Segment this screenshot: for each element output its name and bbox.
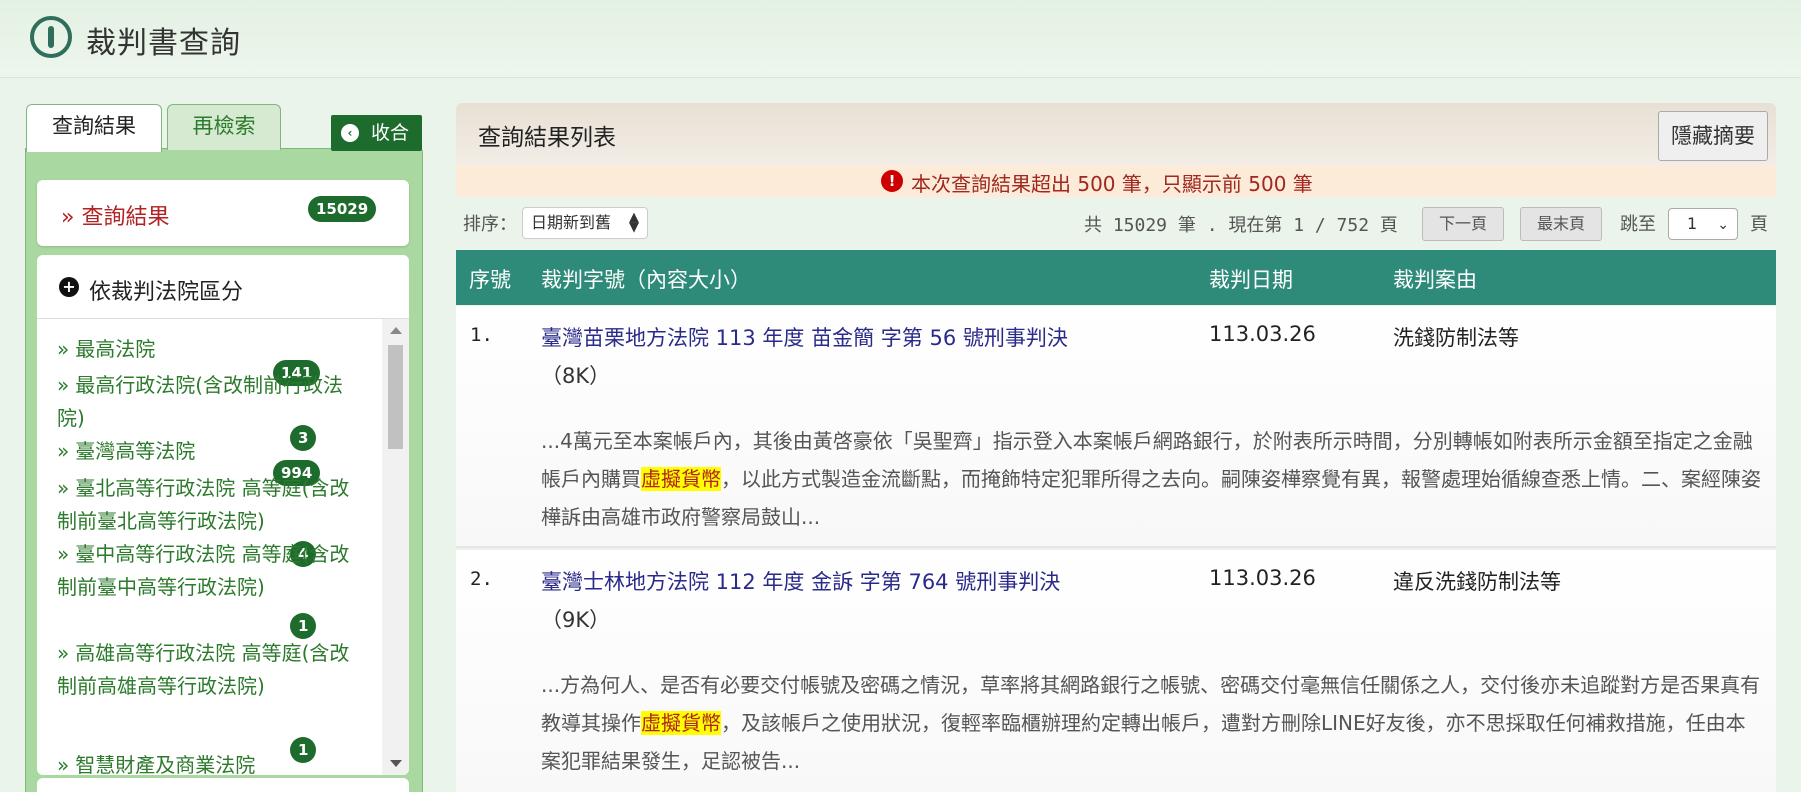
jump-page-select[interactable]: 1 ⌄ [1668, 208, 1738, 240]
sort-select[interactable]: 日期新到舊 ▲ ▼ [522, 207, 648, 239]
double-chevron-icon: » [57, 641, 70, 665]
jump-page-value: 1 [1687, 214, 1698, 233]
keyword-highlight: 虛擬貨幣 [641, 467, 721, 491]
content-size: （8K） [541, 364, 611, 388]
court-item-label: 最高法院 [75, 337, 156, 361]
row-number: 2. [470, 568, 493, 590]
court-item-taipei-admin[interactable]: » 臺北高等行政法院 高等庭(含改制前臺北高等行政法院) [57, 472, 357, 538]
judgment-reason: 洗錢防制法等 [1393, 326, 1519, 350]
court-item-label: 臺中高等行政法院 高等庭(含改制前臺中高等行政法院) [57, 542, 350, 599]
court-list-scrollbar[interactable] [382, 319, 409, 775]
summary-text: ，以此方式製造金流斷點，而掩飾特定犯罪所得之去向。嗣陳姿樺察覺有異，報警處理始循… [541, 467, 1761, 529]
court-item-label: 臺灣高等法院 [75, 439, 196, 463]
table-row: 2. 臺灣士林地方法院 112 年度 金訴 字第 764 號刑事判決 （9K） … [456, 550, 1776, 792]
court-item-label: 高雄高等行政法院 高等庭(含改制前高雄高等行政法院) [57, 641, 350, 698]
double-chevron-icon: » [57, 542, 70, 566]
column-header-no: 序號 [469, 268, 511, 292]
result-list-title: 查詢結果列表 [478, 125, 616, 151]
app-header: 裁判書查詢 [0, 0, 1801, 78]
chevron-left-icon: ‹ [341, 124, 359, 142]
court-item-label: 最高行政法院(含改制前行政法院) [57, 373, 344, 430]
court-item-ip-commerce[interactable]: » 智慧財產及商業法院 [57, 749, 357, 775]
results-count-badge: 15029 [308, 196, 377, 222]
court-item-label: 智慧財產及商業法院 [75, 753, 256, 775]
keyword-highlight: 虛擬貨幣 [641, 711, 721, 735]
results-card-label: » 查詢結果 [61, 205, 170, 230]
scroll-up-arrow-icon[interactable] [390, 327, 402, 334]
paging-info: 共 15029 筆 . 現在第 1 / 752 頁 [1084, 215, 1398, 236]
results-card[interactable]: » 查詢結果 15029 [37, 180, 409, 246]
tab-query-results[interactable]: 查詢結果 [26, 104, 162, 152]
plus-circle-icon: + [59, 277, 79, 297]
court-item-taichung-admin[interactable]: » 臺中高等行政法院 高等庭(含改制前臺中高等行政法院) [57, 538, 357, 604]
sort-select-value: 日期新到舊 [531, 213, 612, 232]
judgment-date: 113.03.26 [1209, 566, 1316, 590]
collapse-button[interactable]: ‹ 收合 [331, 115, 422, 151]
judgment-date: 113.03.26 [1209, 322, 1316, 346]
summary-text: ，及該帳戶之使用狀況，復輕率臨櫃辦理約定轉出帳戶，遭對方刪除LINE好友後，亦不… [541, 711, 1746, 773]
court-item-supreme-admin[interactable]: » 最高行政法院(含改制前行政法院) [57, 369, 357, 435]
chevron-down-icon: ⌄ [1717, 217, 1729, 233]
sort-label: 排序： [463, 214, 517, 235]
court-filter-header[interactable]: + 依裁判法院區分 [37, 255, 409, 319]
court-filter-card: + 依裁判法院區分 » 最高法院 141 » 最高行政法院(含改制前行政法院) 3 … [37, 255, 409, 775]
double-chevron-icon: » [57, 753, 70, 775]
court-list: » 最高法院 141 » 最高行政法院(含改制前行政法院) 3 » 臺灣高等法院 99… [37, 319, 382, 775]
content-size: （9K） [541, 608, 611, 632]
column-header-date: 裁判日期 [1209, 268, 1293, 292]
exclamation-circle-icon: ! [881, 170, 903, 192]
court-count-badge: 1 [290, 613, 317, 639]
result-list-header: 查詢結果列表 隱藏摘要 [456, 103, 1776, 165]
row-number: 1. [470, 324, 493, 346]
jump-label: 跳至 [1620, 214, 1656, 235]
hide-summary-button[interactable]: 隱藏摘要 [1658, 111, 1768, 161]
page-suffix: 頁 [1750, 214, 1768, 235]
warning-text: 本次查詢結果超出 500 筆，只顯示前 500 筆 [911, 172, 1313, 196]
next-page-button[interactable]: 下一頁 [1422, 207, 1504, 241]
result-limit-warning: ! 本次查詢結果超出 500 筆，只顯示前 500 筆 [456, 165, 1776, 197]
app-title: 裁判書查詢 [86, 26, 241, 61]
double-chevron-icon: » [57, 337, 70, 361]
table-row: 1. 臺灣苗栗地方法院 113 年度 苗金簡 字第 56 號刑事判決 （8K） … [456, 306, 1776, 548]
collapse-label: 收合 [371, 122, 410, 144]
case-link[interactable]: 臺灣士林地方法院 112 年度 金訴 字第 764 號刑事判決 [541, 566, 1060, 596]
scroll-down-arrow-icon[interactable] [390, 760, 402, 767]
court-filter-title: 依裁判法院區分 [89, 280, 244, 305]
double-chevron-icon: » [57, 476, 70, 500]
last-page-button[interactable]: 最末頁 [1520, 207, 1602, 241]
judgment-reason: 違反洗錢防制法等 [1393, 570, 1561, 594]
case-summary: ...4萬元至本案帳戶內，其後由黃啓豪依「吳聖齊」指示登入本案帳戶網路銀行，於附… [541, 422, 1761, 536]
next-filter-card [37, 778, 409, 792]
scroll-thumb[interactable] [388, 345, 403, 449]
judicial-logo-icon [30, 16, 72, 58]
sort-caret-icon: ▲ ▼ [629, 210, 639, 235]
case-summary: ...方為何人、是否有必要交付帳號及密碼之情況，草率將其網路銀行之帳號、密碼交付… [541, 666, 1761, 780]
column-header-case: 裁判字號（內容大小） [541, 268, 751, 292]
case-link[interactable]: 臺灣苗栗地方法院 113 年度 苗金簡 字第 56 號刑事判決 [541, 322, 1068, 352]
court-item-kaohsiung-admin[interactable]: » 高雄高等行政法院 高等庭(含改制前高雄高等行政法院) [57, 637, 357, 703]
column-header-reason: 裁判案由 [1393, 268, 1477, 292]
double-chevron-icon: » [57, 373, 70, 397]
tab-research[interactable]: 再檢索 [167, 104, 281, 150]
double-chevron-icon: » [57, 439, 70, 463]
results-table-header: 序號 裁判字號（內容大小） 裁判日期 裁判案由 [456, 250, 1776, 305]
court-item-label: 臺北高等行政法院 高等庭(含改制前臺北高等行政法院) [57, 476, 350, 533]
